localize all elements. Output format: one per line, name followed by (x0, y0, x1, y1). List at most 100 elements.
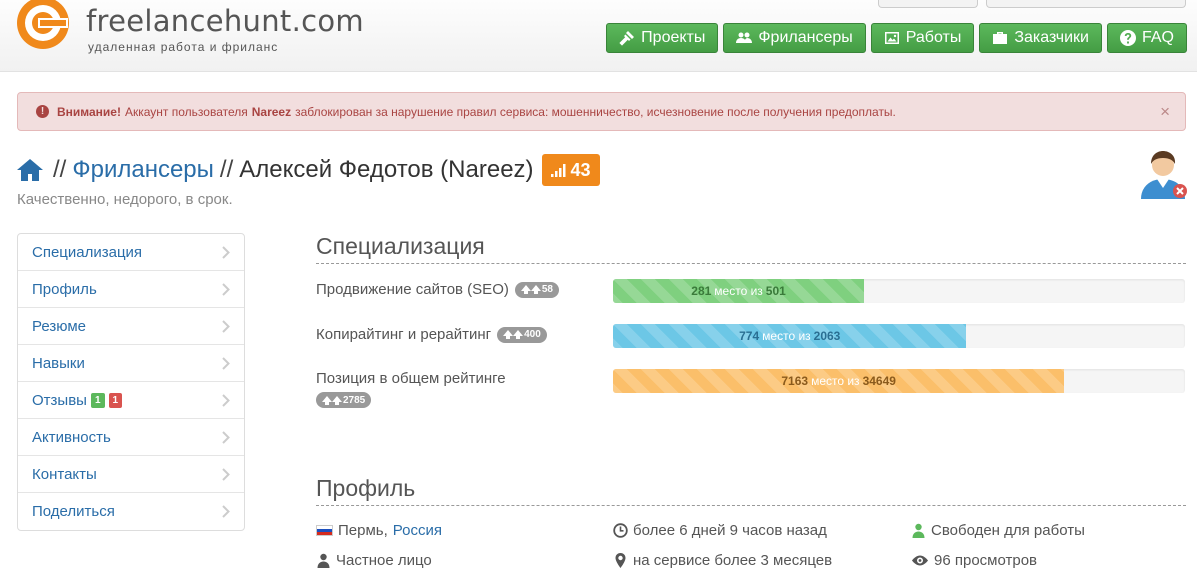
double-arrow-up-icon (503, 330, 524, 339)
sidebar-item-specialization[interactable]: Специализация (18, 234, 244, 271)
specialization-heading: Специализация (316, 233, 485, 259)
alert-close-button[interactable]: × (1160, 102, 1170, 122)
person-type: Частное лицо (336, 552, 432, 569)
work-status-text: Свободен для работы (931, 522, 1085, 539)
gavel-icon (619, 31, 635, 46)
nav-freelancers-button[interactable]: Фрилансеры (723, 23, 866, 53)
rank-up-value: 2785 (343, 394, 366, 406)
work-status-info: Свободен для работы (911, 522, 1085, 539)
rank-total: 2063 (813, 329, 841, 343)
rank-progress-bar: 281 место из 501 (613, 279, 1185, 303)
spec-name: Продвижение сайтов (SEO) (316, 281, 509, 298)
rank-up-badge: 400 (497, 326, 547, 343)
top-stub-button[interactable] (878, 0, 978, 8)
rank-place: 774 (739, 329, 760, 343)
rank-progress-bar: 774 место из 2063 (613, 324, 1185, 348)
sidebar-item-label: Поделиться (32, 503, 115, 520)
main-nav: Проекты Фрилансеры Работы Заказчики FAQ (606, 23, 1187, 53)
freelancehunt-logo-icon[interactable] (14, 0, 72, 52)
nav-label: FAQ (1141, 29, 1174, 46)
spec-row-label: Позиция в общем рейтинге 2785 (316, 370, 506, 408)
rank-progress-fill: 774 место из 2063 (613, 324, 967, 348)
double-arrow-up-icon (322, 395, 342, 405)
spec-name: Позиция в общем рейтинге (316, 370, 506, 387)
top-stub-input[interactable] (986, 0, 1186, 8)
sidebar-item-share[interactable]: Поделиться (18, 493, 244, 530)
sidebar-item-profile[interactable]: Профиль (18, 271, 244, 308)
alert-text-before: Аккаунт пользователя (124, 104, 248, 119)
user-icon (317, 553, 330, 568)
user-available-icon (912, 523, 925, 538)
profile-heading: Профиль (316, 475, 416, 501)
rank-progress-fill: 7163 место из 34649 (613, 369, 1065, 393)
breadcrumb: // Фрилансеры // Алексей Федотов (Nareez… (17, 154, 600, 186)
sidebar-item-label: Специализация (32, 243, 143, 261)
nav-label: Работы (905, 29, 962, 46)
nav-clients-button[interactable]: Заказчики (979, 23, 1102, 53)
rank-middle-text: место из (811, 374, 860, 388)
views-text: 96 просмотров (934, 552, 1038, 569)
map-marker-icon (615, 553, 626, 568)
sidebar-item-label: Профиль (32, 280, 97, 298)
spec-row-label: Продвижение сайтов (SEO) 58 (316, 281, 559, 298)
chevron-right-icon (222, 283, 230, 296)
chevron-right-icon (222, 431, 230, 444)
rank-up-value: 400 (524, 329, 541, 340)
location-city: Пермь, (338, 522, 388, 539)
breadcrumb-freelancers-link[interactable]: Фрилансеры (72, 156, 214, 184)
blocked-account-alert: ! Внимание! Аккаунт пользователя Nareez … (17, 92, 1186, 131)
site-header: freelancehunt.com удаленная работа и фри… (0, 0, 1197, 72)
nav-works-button[interactable]: Работы (870, 23, 975, 53)
russia-flag-icon (316, 525, 333, 536)
rating-value: 43 (570, 159, 591, 180)
brand-name[interactable]: freelancehunt.com (86, 4, 364, 38)
person-type-info: Частное лицо (316, 552, 432, 569)
sidebar-nav: Специализация Профиль Резюме Навыки Отзы… (17, 233, 245, 531)
rank-up-badge: 58 (514, 281, 559, 298)
rank-place: 7163 (781, 374, 809, 388)
picture-icon (884, 32, 899, 44)
rank-up-badge: 2785 (316, 392, 372, 408)
freelancer-slogan: Качественно, недорого, в срок. (17, 191, 233, 208)
alert-text-after: заблокирован за нарушение правил сервиса… (295, 104, 896, 119)
rank-up-value: 58 (541, 284, 553, 295)
last-seen-info: более 6 дней 9 часов назад (613, 522, 827, 539)
signal-bars-icon (550, 164, 566, 177)
rank-progress-fill: 281 место из 501 (613, 279, 865, 303)
sidebar-item-activity[interactable]: Активность (18, 419, 244, 456)
chevron-right-icon (222, 505, 230, 518)
nav-label: Проекты (641, 29, 706, 46)
section-divider (316, 505, 1186, 506)
sidebar-item-resume[interactable]: Резюме (18, 308, 244, 345)
negative-reviews-badge: 1 (108, 392, 123, 408)
chevron-right-icon (222, 357, 230, 370)
rank-total: 34649 (862, 374, 896, 388)
question-icon (1119, 30, 1136, 46)
nav-faq-button[interactable]: FAQ (1106, 23, 1187, 53)
sidebar-item-label: Резюме (32, 317, 86, 335)
location-country-link[interactable]: Россия (393, 522, 442, 539)
positive-reviews-badge: 1 (90, 392, 105, 408)
spec-name: Копирайтинг и рерайтинг (316, 326, 492, 343)
chevron-right-icon (222, 468, 230, 481)
breadcrumb-separator: // (53, 156, 67, 183)
sidebar-item-skills[interactable]: Навыки (18, 345, 244, 382)
chevron-right-icon (222, 246, 230, 259)
briefcase-icon (993, 32, 1008, 44)
brand-tagline: удаленная работа и фриланс (88, 40, 279, 54)
rank-place: 281 (691, 284, 712, 298)
on-service-text: на сервисе более 3 месяцев (633, 552, 833, 569)
alert-prefix: Внимание! (57, 104, 121, 119)
rank-middle-text: место из (762, 329, 811, 343)
nav-projects-button[interactable]: Проекты (606, 23, 719, 53)
clock-icon (613, 523, 628, 538)
location-info: Пермь, Россия (316, 522, 442, 539)
sidebar-item-reviews[interactable]: Отзывы 1 1 (18, 382, 244, 419)
home-icon[interactable] (17, 158, 43, 182)
sidebar-item-label: Контакты (32, 465, 97, 483)
nav-label: Заказчики (1014, 29, 1089, 46)
sidebar-item-label: Отзывы (32, 391, 87, 409)
avatar (1141, 151, 1187, 199)
sidebar-item-contacts[interactable]: Контакты (18, 456, 244, 493)
rating-badge[interactable]: 43 (541, 154, 600, 186)
